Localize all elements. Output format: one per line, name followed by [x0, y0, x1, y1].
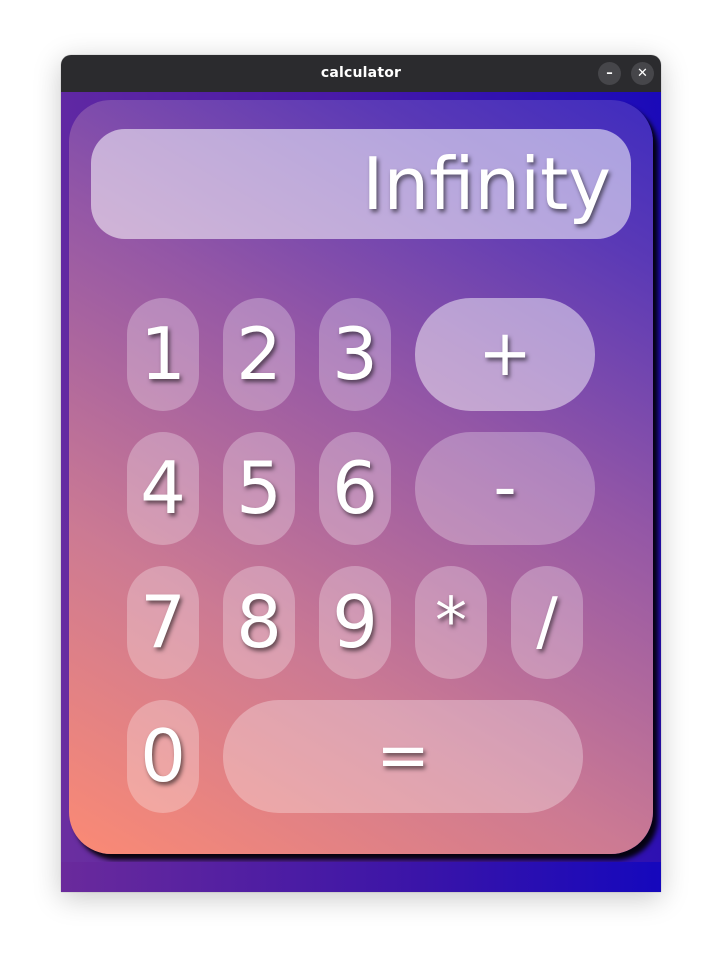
key-2[interactable]: 2: [223, 298, 295, 411]
key-9[interactable]: 9: [319, 566, 391, 679]
window-title: calculator: [320, 65, 402, 81]
calculator-panel: Infinity 1 2 3 + 4 5 6 - 7 8 9 * / 0 =: [69, 100, 653, 854]
divide-button[interactable]: /: [511, 566, 583, 679]
close-button[interactable]: ✕: [631, 62, 654, 85]
key-7[interactable]: 7: [127, 566, 199, 679]
multiply-button[interactable]: *: [415, 566, 487, 679]
plus-button[interactable]: +: [415, 298, 595, 411]
key-3[interactable]: 3: [319, 298, 391, 411]
calculator-window: calculator – ✕ Infinity 1 2 3 + 4 5 6 - …: [61, 55, 661, 892]
result-display: Infinity: [91, 129, 631, 239]
bottom-strip: [61, 862, 661, 892]
minus-button[interactable]: -: [415, 432, 595, 545]
key-6[interactable]: 6: [319, 432, 391, 545]
minimize-button[interactable]: –: [598, 62, 621, 85]
title-bar[interactable]: calculator – ✕: [61, 55, 661, 92]
key-0[interactable]: 0: [127, 700, 199, 813]
equals-button[interactable]: =: [223, 700, 583, 813]
key-4[interactable]: 4: [127, 432, 199, 545]
key-1[interactable]: 1: [127, 298, 199, 411]
key-5[interactable]: 5: [223, 432, 295, 545]
window-content: Infinity 1 2 3 + 4 5 6 - 7 8 9 * / 0 =: [61, 92, 661, 892]
key-8[interactable]: 8: [223, 566, 295, 679]
